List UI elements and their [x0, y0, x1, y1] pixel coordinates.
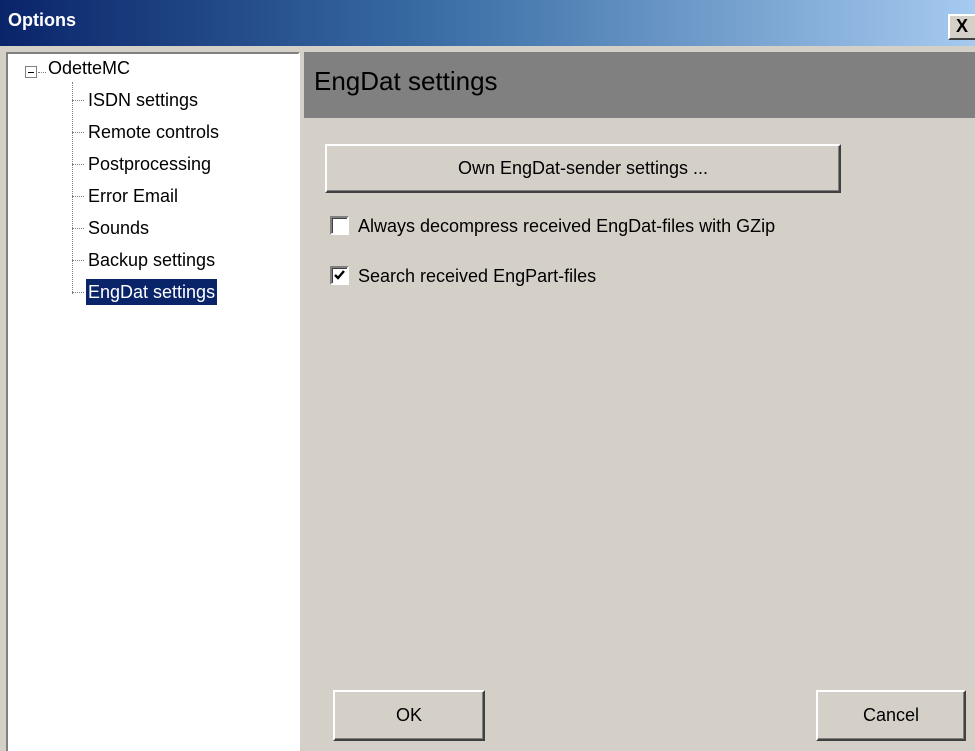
- title-bar[interactable]: Options X: [0, 0, 975, 46]
- options-tree[interactable]: OdetteMC ISDN settings Remote controls P…: [6, 52, 300, 751]
- window-title: Options: [8, 10, 76, 30]
- tree-item-error-email[interactable]: Error Email: [86, 183, 180, 209]
- close-icon: X: [956, 16, 969, 36]
- cancel-button[interactable]: Cancel: [816, 690, 966, 741]
- tree-item-isdn-settings[interactable]: ISDN settings: [86, 87, 200, 113]
- tree-connector: [72, 196, 84, 197]
- tree-connector: [72, 228, 84, 229]
- decompress-gzip-checkbox[interactable]: [330, 216, 349, 235]
- tree-item-postprocessing[interactable]: Postprocessing: [86, 151, 213, 177]
- tree-connector: [72, 164, 84, 165]
- tree-item-engdat-settings[interactable]: EngDat settings: [84, 278, 219, 306]
- tree-connector: [72, 292, 84, 293]
- tree-item-backup-settings[interactable]: Backup settings: [86, 247, 217, 273]
- checkmark-icon: [334, 270, 345, 280]
- search-engpart-label: Search received EngPart-files: [358, 266, 597, 286]
- ok-button[interactable]: OK: [333, 690, 485, 741]
- tree-connector: [72, 132, 84, 133]
- tree-connector: [72, 100, 84, 101]
- tree-item-sounds[interactable]: Sounds: [86, 215, 151, 241]
- own-engdat-sender-settings-button[interactable]: Own EngDat-sender settings ...: [325, 144, 841, 193]
- collapse-icon[interactable]: [25, 66, 37, 78]
- search-engpart-checkbox[interactable]: [330, 266, 349, 285]
- close-button[interactable]: X: [948, 14, 975, 40]
- tree-item-remote-controls[interactable]: Remote controls: [86, 119, 221, 145]
- decompress-gzip-label: Always decompress received EngDat-files …: [358, 216, 776, 236]
- options-window: Options X OdetteMC ISDN settings Remote …: [0, 0, 975, 751]
- panel-header: EngDat settings: [304, 52, 975, 118]
- tree-root-odettemc[interactable]: OdetteMC: [48, 58, 130, 79]
- tree-connector: [72, 260, 84, 261]
- tree-connector: [38, 72, 46, 73]
- tree-connector: [72, 82, 73, 294]
- panel-title: EngDat settings: [314, 66, 498, 96]
